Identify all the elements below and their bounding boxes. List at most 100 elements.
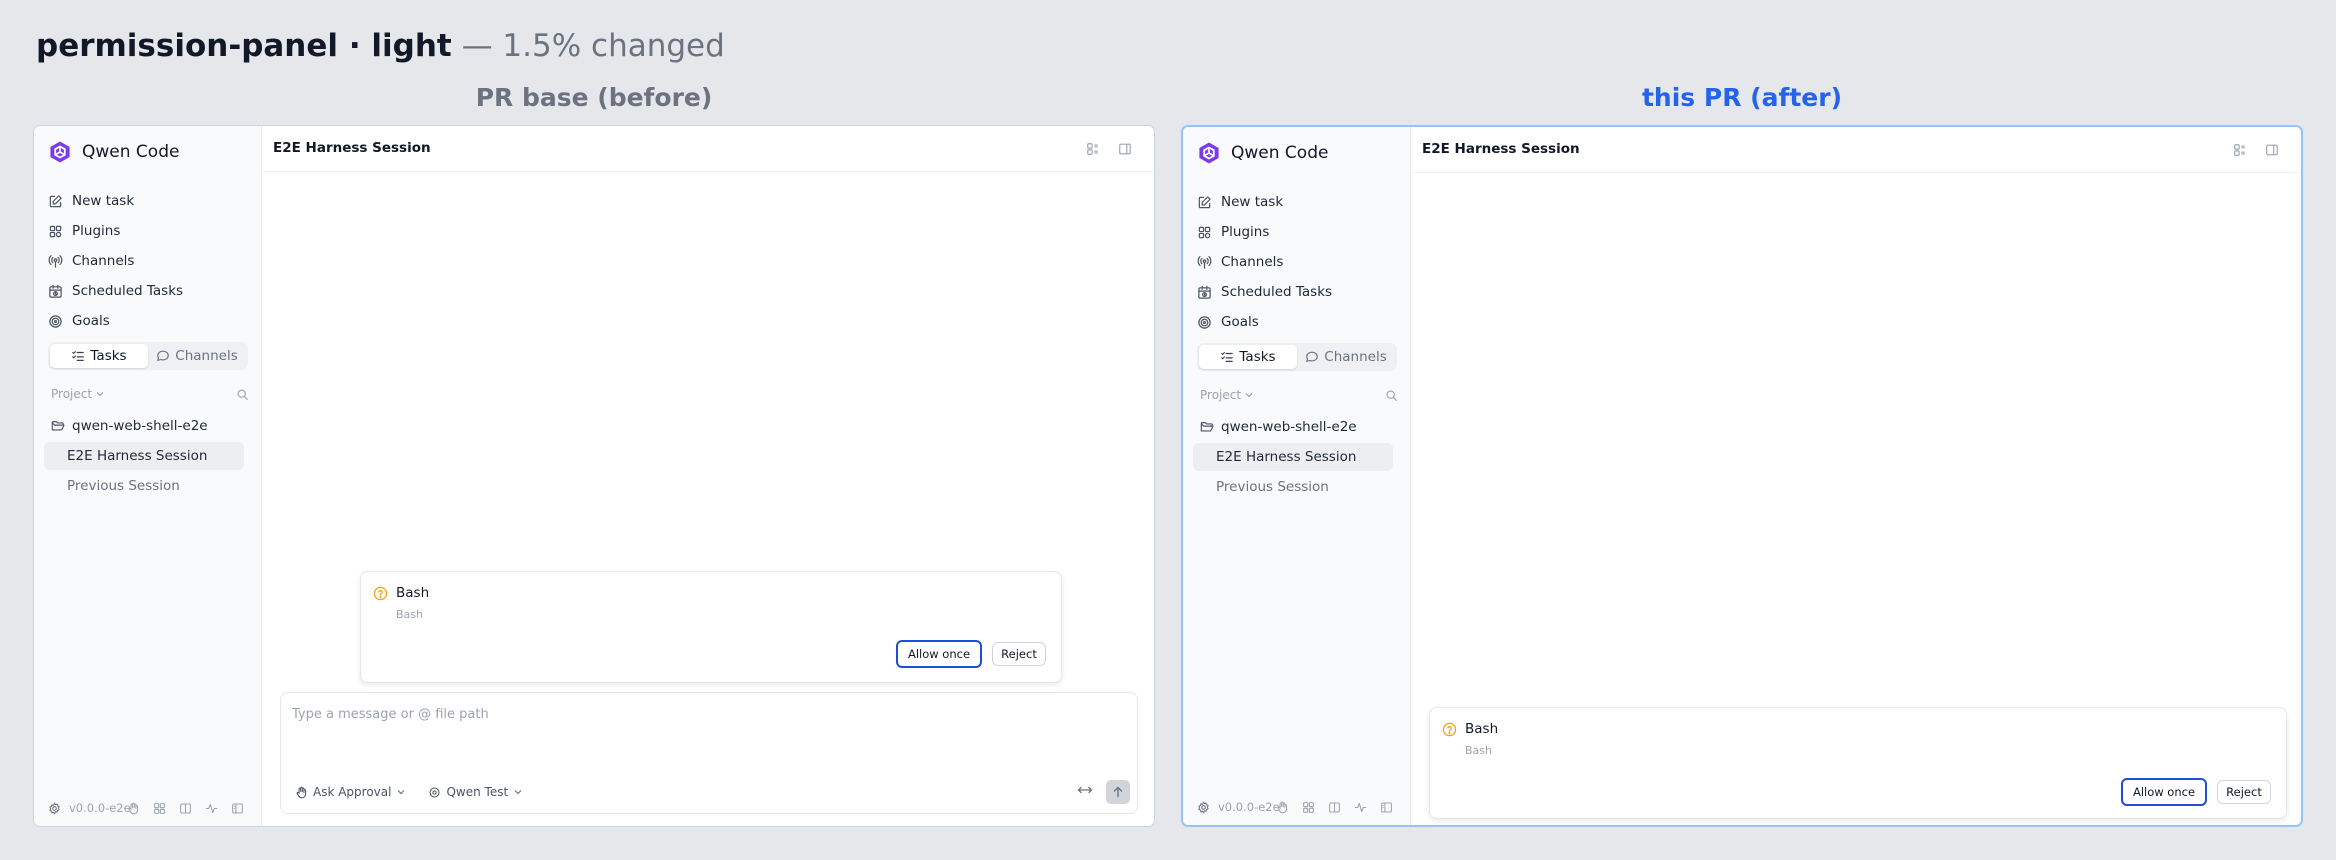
nav-goals[interactable]: Goals (1197, 307, 1397, 337)
nav-label: Goals (1221, 314, 1259, 330)
layout-toggle-button[interactable] (2233, 143, 2247, 157)
chevron-down-icon (398, 790, 405, 795)
app-brand[interactable]: Qwen Code (1197, 139, 1328, 167)
sidebar: Qwen Code New task Plugins Channels Sche… (1183, 127, 1411, 825)
model-label: Qwen Test (446, 785, 509, 799)
tab-channels[interactable]: Channels (148, 344, 246, 368)
context-width-button[interactable] (1077, 784, 1093, 796)
sidebar-icon[interactable] (1380, 801, 1393, 814)
nav-scheduled-tasks[interactable]: Scheduled Tasks (48, 276, 248, 306)
permission-panel: Bash Bash Allow once Reject (1429, 707, 2287, 819)
tab-tasks[interactable]: Tasks (1199, 345, 1297, 369)
session-item-active[interactable]: E2E Harness Session (44, 442, 244, 470)
session-search-button[interactable] (236, 388, 249, 401)
settings-gear-icon[interactable] (1197, 801, 1210, 814)
session-header: E2E Harness Session (1411, 127, 2301, 173)
send-button[interactable] (1106, 780, 1130, 804)
permission-header: Bash (373, 585, 429, 601)
reject-button[interactable]: Reject (2217, 780, 2271, 804)
nav-label: New task (72, 193, 135, 209)
permission-title: Bash (396, 585, 430, 601)
nav-channels[interactable]: Channels (1197, 247, 1397, 277)
arrow-up-icon (1113, 786, 1123, 798)
nav-plugins[interactable]: Plugins (48, 216, 248, 246)
layout-grid-icon (2234, 144, 2245, 156)
project-filter[interactable]: Project (51, 387, 105, 401)
nav-channels[interactable]: Channels (48, 246, 248, 276)
nav-new-task[interactable]: New task (48, 186, 248, 216)
session-item[interactable]: Previous Session (44, 472, 244, 500)
panel-toggle-button[interactable] (1118, 142, 1132, 156)
message-input[interactable]: Type a message or @ file path (292, 707, 489, 722)
settings-gear-icon[interactable] (48, 802, 61, 815)
sidebar-footer: v0.0.0-e2e (48, 798, 253, 818)
project-filter[interactable]: Project (1200, 388, 1254, 402)
sidebar-tabs: Tasks Channels (48, 342, 248, 370)
layout-toggle-button[interactable] (1086, 142, 1100, 156)
main-area: E2E Harness Session Bash Bash Allow once… (1411, 127, 2301, 825)
nav-label: Channels (1221, 254, 1284, 270)
layout-grid-icon (1087, 143, 1098, 155)
tab-tasks[interactable]: Tasks (50, 344, 148, 368)
approval-mode-label: Ask Approval (313, 785, 392, 799)
hand-icon[interactable] (1276, 801, 1289, 814)
nav-plugins[interactable]: Plugins (1197, 217, 1397, 247)
message-composer: Type a message or @ file path Ask Approv… (280, 692, 1138, 814)
permission-panel: Bash Bash Allow once Reject (360, 571, 1062, 683)
session-search-button[interactable] (1385, 389, 1398, 402)
sidebar-tabs: Tasks Channels (1197, 343, 1397, 371)
grid-icon[interactable] (153, 802, 166, 815)
sidebar-icon[interactable] (231, 802, 244, 815)
session-item-active[interactable]: E2E Harness Session (1193, 443, 1393, 471)
chevron-down-icon (96, 392, 104, 397)
folder-open-icon (1200, 422, 1214, 432)
nav-new-task[interactable]: New task (1197, 187, 1397, 217)
app-brand[interactable]: Qwen Code (48, 138, 179, 166)
book-icon[interactable] (1328, 801, 1341, 814)
session-title: E2E Harness Session (1422, 141, 1580, 157)
sidebar-footer: v0.0.0-e2e (1197, 797, 1402, 817)
nav-label: Scheduled Tasks (72, 283, 184, 299)
tab-label: Tasks (1239, 349, 1276, 365)
approval-mode-select[interactable]: Ask Approval (295, 785, 406, 799)
tab-label: Channels (175, 348, 238, 364)
search-icon (237, 388, 248, 400)
activity-icon[interactable] (1354, 801, 1367, 814)
activity-icon[interactable] (205, 802, 218, 815)
chevron-down-icon (514, 790, 522, 795)
nav-scheduled-tasks[interactable]: Scheduled Tasks (1197, 277, 1397, 307)
puzzle-icon (49, 225, 62, 237)
main-area: E2E Harness Session Bash Bash Allow once… (262, 126, 1154, 826)
book-icon[interactable] (179, 802, 192, 815)
calendar-clock-icon (49, 284, 62, 298)
nav-goals[interactable]: Goals (48, 306, 248, 336)
allow-once-button[interactable]: Allow once (896, 640, 982, 668)
version-label: v0.0.0-e2e (69, 801, 131, 815)
task-list-icon (1221, 352, 1234, 362)
panel-toggle-button[interactable] (2265, 143, 2279, 157)
puzzle-icon (1198, 226, 1211, 238)
project-folder[interactable]: qwen-web-shell-e2e (1200, 415, 1357, 439)
target-icon (49, 314, 62, 328)
composer-toolbar: Ask Approval Qwen Test (295, 785, 523, 799)
tab-channels[interactable]: Channels (1297, 345, 1395, 369)
nav-label: Goals (72, 313, 110, 329)
folder-name: qwen-web-shell-e2e (72, 418, 208, 434)
screenshot-before: Qwen Code New task Plugins Channels Sche… (33, 125, 1155, 827)
grid-icon[interactable] (1302, 801, 1315, 814)
tab-label: Channels (1324, 349, 1387, 365)
model-icon (429, 787, 440, 797)
session-item[interactable]: Previous Session (1193, 473, 1393, 501)
version-label: v0.0.0-e2e (1218, 800, 1280, 814)
hand-icon[interactable] (127, 802, 140, 815)
project-label: Project (51, 387, 93, 401)
allow-once-button[interactable]: Allow once (2121, 778, 2207, 806)
search-icon (1386, 389, 1397, 401)
project-folder[interactable]: qwen-web-shell-e2e (51, 414, 208, 438)
app-name: Qwen Code (1231, 143, 1329, 163)
model-select[interactable]: Qwen Test (428, 785, 523, 799)
edit-icon (1198, 195, 1211, 208)
question-circle-icon (373, 586, 388, 600)
reject-button[interactable]: Reject (992, 642, 1046, 666)
tab-label: Tasks (90, 348, 127, 364)
